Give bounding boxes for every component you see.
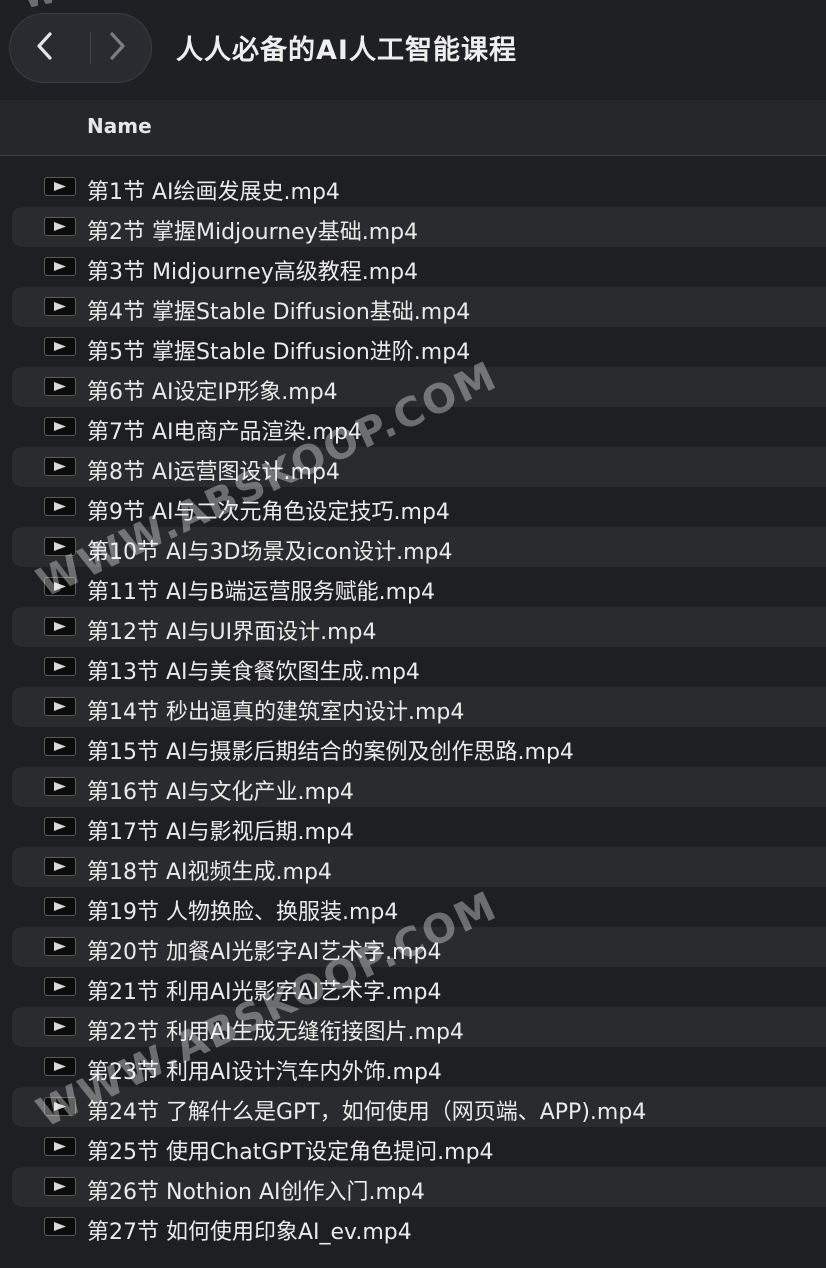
video-file-icon (45, 738, 75, 755)
video-file-icon (45, 538, 75, 555)
file-name: 第7节 AI电商产品渲染.mp4 (87, 420, 362, 445)
file-row[interactable]: 第26节 Nothion AI创作入门.mp4 (12, 1167, 826, 1207)
video-file-icon (45, 1138, 75, 1155)
video-file-icon (45, 1058, 75, 1075)
file-row[interactable]: 第7节 AI电商产品渲染.mp4 (12, 407, 826, 447)
file-name: 第6节 AI设定IP形象.mp4 (87, 380, 338, 405)
video-file-icon (45, 498, 75, 515)
video-file-icon (45, 458, 75, 475)
file-name: 第27节 如何使用印象AI_ev.mp4 (87, 1220, 412, 1245)
file-row[interactable]: 第18节 AI视频生成.mp4 (12, 847, 826, 887)
video-file-icon (45, 818, 75, 835)
file-row[interactable]: 第27节 如何使用印象AI_ev.mp4 (12, 1207, 826, 1247)
video-file-icon (45, 658, 75, 675)
file-row[interactable]: 第22节 利用AI生成无缝衔接图片.mp4 (12, 1007, 826, 1047)
file-row[interactable]: 第13节 AI与美食餐饮图生成.mp4 (12, 647, 826, 687)
file-name: 第1节 AI绘画发展史.mp4 (87, 180, 340, 205)
file-row[interactable]: 第19节 人物换脸、换服装.mp4 (12, 887, 826, 927)
file-name: 第25节 使用ChatGPT设定角色提问.mp4 (87, 1140, 494, 1165)
file-name: 第11节 AI与B端运营服务赋能.mp4 (87, 580, 436, 605)
navigation-buttons (9, 13, 152, 83)
file-row[interactable]: 第4节 掌握Stable Diffusion基础.mp4 (12, 287, 826, 327)
file-row[interactable]: 第23节 利用AI设计汽车内外饰.mp4 (12, 1047, 826, 1087)
file-row[interactable]: 第20节 加餐AI光影字AI艺术字.mp4 (12, 927, 826, 967)
file-name: 第26节 Nothion AI创作入门.mp4 (87, 1180, 425, 1205)
file-row[interactable]: 第3节 Midjourney高级教程.mp4 (12, 247, 826, 287)
file-row[interactable]: 第16节 AI与文化产业.mp4 (12, 767, 826, 807)
file-row[interactable]: 第25节 使用ChatGPT设定角色提问.mp4 (12, 1127, 826, 1167)
video-file-icon (45, 1018, 75, 1035)
video-file-icon (45, 418, 75, 435)
video-file-icon (45, 978, 75, 995)
file-name: 第21节 利用AI光影字AI艺术字.mp4 (87, 980, 442, 1005)
file-name: 第5节 掌握Stable Diffusion进阶.mp4 (87, 340, 471, 365)
file-name: 第3节 Midjourney高级教程.mp4 (87, 260, 419, 285)
video-file-icon (45, 618, 75, 635)
file-name: 第17节 AI与影视后期.mp4 (87, 820, 354, 845)
file-row[interactable]: 第2节 掌握Midjourney基础.mp4 (12, 207, 826, 247)
file-name: 第16节 AI与文化产业.mp4 (87, 780, 354, 805)
file-name: 第14节 秒出逼真的建筑室内设计.mp4 (87, 700, 465, 725)
title-bar: 人人必备的AI人工智能课程 (0, 0, 826, 100)
file-name: 第9节 AI与二次元角色设定技巧.mp4 (87, 500, 450, 525)
list-header: Name (0, 100, 826, 156)
file-name: 第4节 掌握Stable Diffusion基础.mp4 (87, 300, 471, 325)
video-file-icon (45, 1218, 75, 1235)
forward-button[interactable] (81, 13, 152, 83)
video-file-icon (45, 698, 75, 715)
file-name: 第13节 AI与美食餐饮图生成.mp4 (87, 660, 420, 685)
file-name: 第8节 AI运营图设计.mp4 (87, 460, 340, 485)
file-name: 第22节 利用AI生成无缝衔接图片.mp4 (87, 1020, 464, 1045)
file-row[interactable]: 第6节 AI设定IP形象.mp4 (12, 367, 826, 407)
file-row[interactable]: 第5节 掌握Stable Diffusion进阶.mp4 (12, 327, 826, 367)
video-file-icon (45, 1098, 75, 1115)
back-button[interactable] (9, 13, 80, 83)
video-file-icon (45, 338, 75, 355)
file-name: 第18节 AI视频生成.mp4 (87, 860, 332, 885)
video-file-icon (45, 938, 75, 955)
video-file-icon (45, 778, 75, 795)
video-file-icon (45, 258, 75, 275)
video-file-icon (45, 298, 75, 315)
file-row[interactable]: 第1节 AI绘画发展史.mp4 (12, 167, 826, 207)
file-name: 第10节 AI与3D场景及icon设计.mp4 (87, 540, 453, 565)
finder-window: 人人必备的AI人工智能课程 Name 第1节 AI绘画发展史.mp4 第2节 掌握… (0, 0, 826, 1268)
chevron-left-icon (34, 31, 56, 65)
file-row[interactable]: 第14节 秒出逼真的建筑室内设计.mp4 (12, 687, 826, 727)
video-file-icon (45, 178, 75, 195)
file-name: 第23节 利用AI设计汽车内外饰.mp4 (87, 1060, 442, 1085)
file-name: 第15节 AI与摄影后期结合的案例及创作思路.mp4 (87, 740, 574, 765)
file-name: 第19节 人物换脸、换服装.mp4 (87, 900, 399, 925)
video-file-icon (45, 218, 75, 235)
file-row[interactable]: 第24节 了解什么是GPT，如何使用（网页端、APP).mp4 (12, 1087, 826, 1127)
file-row[interactable]: 第17节 AI与影视后期.mp4 (12, 807, 826, 847)
video-file-icon (45, 378, 75, 395)
file-row[interactable]: 第12节 AI与UI界面设计.mp4 (12, 607, 826, 647)
file-name: 第20节 加餐AI光影字AI艺术字.mp4 (87, 940, 442, 965)
file-row[interactable]: 第15节 AI与摄影后期结合的案例及创作思路.mp4 (12, 727, 826, 767)
chevron-right-icon (106, 31, 128, 65)
video-file-icon (45, 898, 75, 915)
name-column-header[interactable]: Name (87, 114, 152, 138)
video-file-icon (45, 578, 75, 595)
file-name: 第24节 了解什么是GPT，如何使用（网页端、APP).mp4 (87, 1100, 647, 1125)
file-row[interactable]: 第21节 利用AI光影字AI艺术字.mp4 (12, 967, 826, 1007)
file-name: 第12节 AI与UI界面设计.mp4 (87, 620, 377, 645)
file-row[interactable]: 第8节 AI运营图设计.mp4 (12, 447, 826, 487)
video-file-icon (45, 858, 75, 875)
file-name: 第2节 掌握Midjourney基础.mp4 (87, 220, 419, 245)
file-row[interactable]: 第10节 AI与3D场景及icon设计.mp4 (12, 527, 826, 567)
video-file-icon (45, 1178, 75, 1195)
window-title: 人人必备的AI人工智能课程 (176, 35, 517, 66)
file-row[interactable]: 第11节 AI与B端运营服务赋能.mp4 (12, 567, 826, 607)
file-row[interactable]: 第9节 AI与二次元角色设定技巧.mp4 (12, 487, 826, 527)
file-list: 第1节 AI绘画发展史.mp4 第2节 掌握Midjourney基础.mp4 第3节… (0, 167, 826, 1247)
